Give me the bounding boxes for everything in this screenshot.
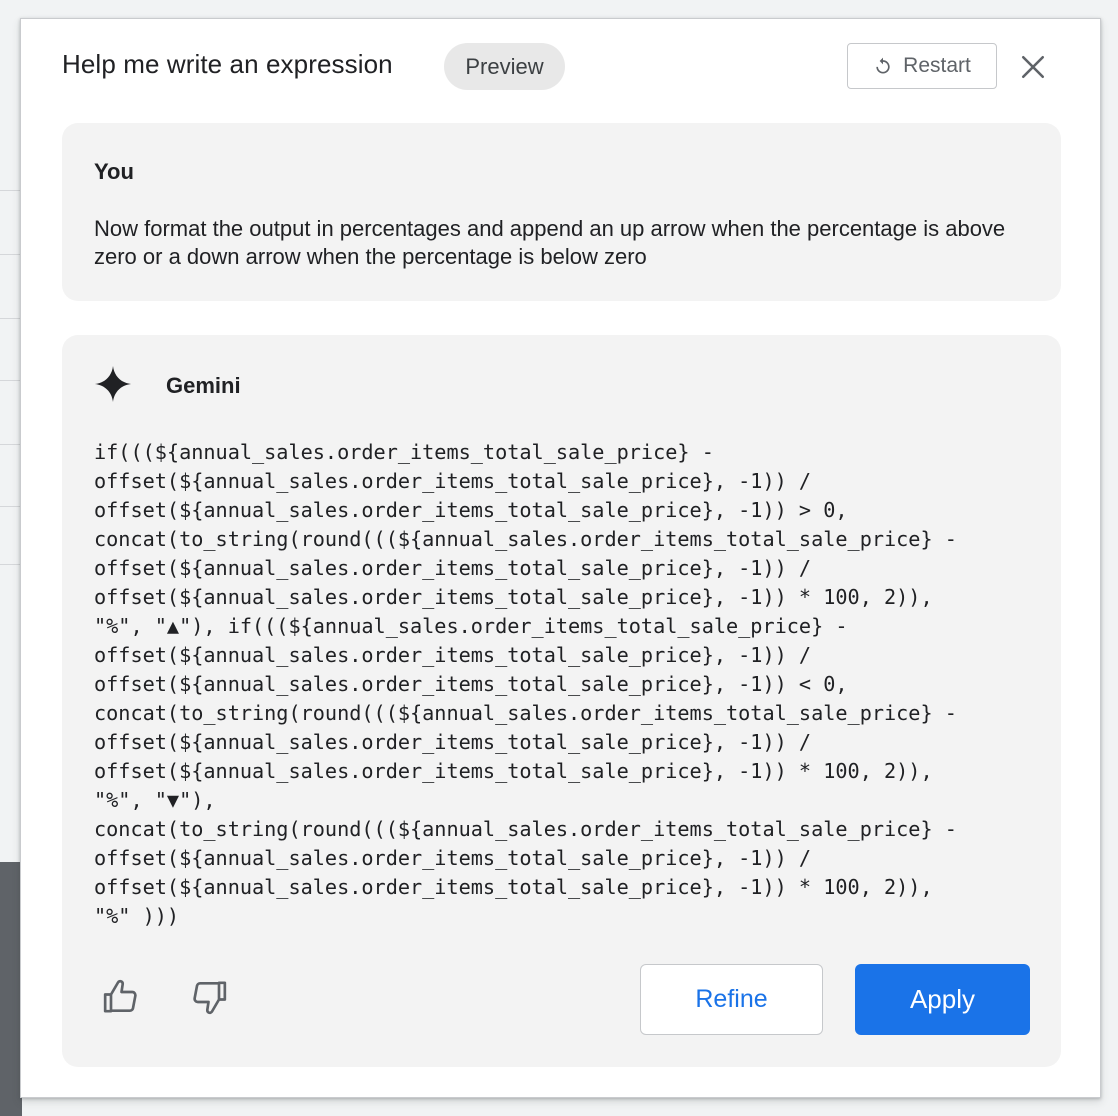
restart-icon <box>876 57 890 74</box>
code-line: offset(${annual_sales.order_items_total_… <box>94 875 933 899</box>
thumbs-up-icon <box>103 979 137 1013</box>
backdrop-divider <box>0 564 22 565</box>
backdrop-divider <box>0 506 22 507</box>
backdrop-divider <box>0 318 22 319</box>
code-line: concat(to_string(round(((${annual_sales.… <box>94 701 957 725</box>
thumbs-up-button[interactable] <box>99 975 143 1019</box>
code-line: "%", "▼"), <box>94 788 216 812</box>
code-line: offset(${annual_sales.order_items_total_… <box>94 730 812 754</box>
expression-helper-dialog: Help me write an expression Preview Rest… <box>20 18 1101 1098</box>
gemini-author-label: Gemini <box>166 373 241 398</box>
code-line: offset(${annual_sales.order_items_total_… <box>94 759 933 783</box>
backdrop-divider <box>0 380 22 381</box>
gemini-sparkle-icon <box>94 365 132 403</box>
user-message-card: You Now format the output in percentages… <box>62 123 1061 301</box>
restart-label: Restart <box>903 54 971 77</box>
thumbs-down-button[interactable] <box>187 975 231 1019</box>
backdrop-dark-panel <box>0 862 22 1116</box>
backdrop-divider <box>0 190 22 191</box>
code-line: offset(${annual_sales.order_items_total_… <box>94 846 812 870</box>
code-line: "%" ))) <box>94 904 180 928</box>
close-button[interactable] <box>1017 51 1049 83</box>
refine-button[interactable]: Refine <box>640 964 823 1035</box>
apply-button[interactable]: Apply <box>855 964 1030 1035</box>
code-line: offset(${annual_sales.order_items_total_… <box>94 585 933 609</box>
code-line: if(((${annual_sales.order_items_total_sa… <box>94 440 714 464</box>
code-line: offset(${annual_sales.order_items_total_… <box>94 469 812 493</box>
code-line: concat(to_string(round(((${annual_sales.… <box>94 527 957 551</box>
backdrop-divider <box>0 444 22 445</box>
code-line: concat(to_string(round(((${annual_sales.… <box>94 817 957 841</box>
restart-button[interactable]: Restart <box>847 43 997 89</box>
generated-expression-code: if(((${annual_sales.order_items_total_sa… <box>94 438 1049 931</box>
preview-badge: Preview <box>444 43 565 90</box>
code-line: offset(${annual_sales.order_items_total_… <box>94 498 848 522</box>
gemini-response-card: Gemini if(((${annual_sales.order_items_t… <box>62 335 1061 1067</box>
backdrop-divider <box>0 254 22 255</box>
user-message-text: Now format the output in percentages and… <box>94 216 1006 269</box>
thumbs-down-icon <box>193 981 227 1015</box>
user-author-label: You <box>94 159 134 184</box>
code-line: offset(${annual_sales.order_items_total_… <box>94 556 812 580</box>
dialog-title: Help me write an expression <box>62 49 393 79</box>
code-line: "%", "▲"), if(((${annual_sales.order_ite… <box>94 614 848 638</box>
code-line: offset(${annual_sales.order_items_total_… <box>94 672 848 696</box>
code-line: offset(${annual_sales.order_items_total_… <box>94 643 812 667</box>
close-icon <box>1021 55 1045 79</box>
